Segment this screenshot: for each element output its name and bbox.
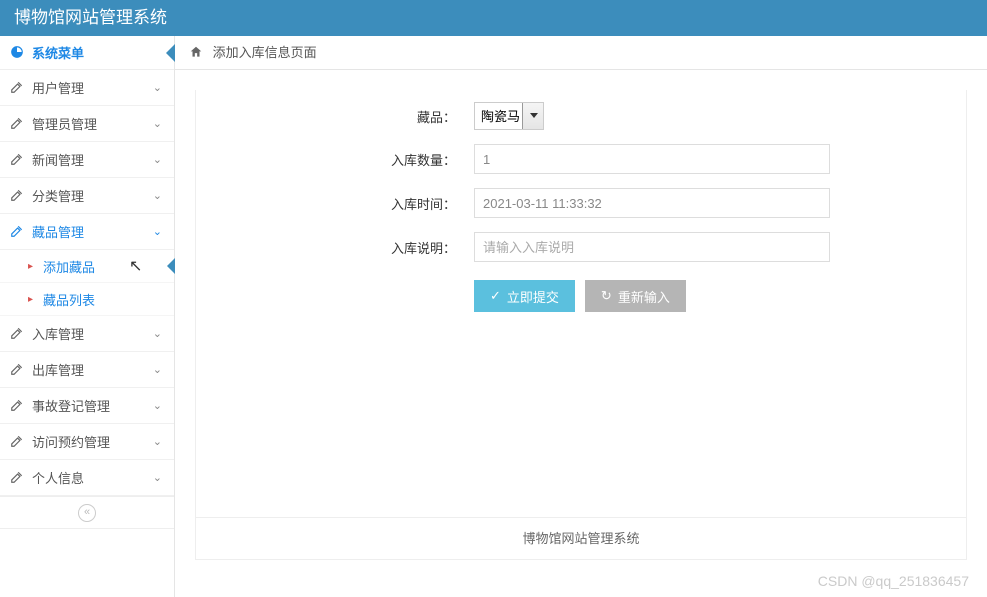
form-row-quantity: 入库数量： bbox=[196, 144, 966, 174]
sidebar: 系统菜单 用户管理 ⌄ 管理员管理 ⌄ 新闻管理 ⌄ 分类管理 ⌄ 藏品管理 ⌄ bbox=[0, 36, 175, 597]
app-title: 博物馆网站管理系统 bbox=[14, 8, 167, 27]
sidebar-menu-title: 系统菜单 bbox=[32, 43, 84, 62]
submenu-collection-list[interactable]: ▸ 藏品列表 bbox=[0, 283, 174, 316]
submenu-add-collection[interactable]: ▸ 添加藏品 bbox=[0, 250, 174, 283]
dashboard-icon bbox=[10, 45, 24, 60]
sidebar-item-profile[interactable]: 个人信息 ⌄ bbox=[0, 460, 174, 496]
button-row: ✓ 立即提交 ↻ 重新输入 bbox=[196, 280, 966, 312]
chevron-down-icon: ⌄ bbox=[153, 189, 162, 202]
chevron-down-icon: ⌄ bbox=[153, 435, 162, 448]
edit-icon bbox=[10, 224, 24, 239]
collection-select[interactable]: 陶瓷马 bbox=[474, 102, 544, 130]
form-row-desc: 入库说明： bbox=[196, 232, 966, 262]
edit-icon bbox=[10, 326, 24, 341]
edit-icon bbox=[10, 116, 24, 131]
form-area: 藏品： 陶瓷马 入库数量： 入库时间： 入库说明： bbox=[175, 70, 987, 597]
label-desc: 入库说明： bbox=[196, 238, 474, 257]
chevron-down-icon: ⌄ bbox=[153, 471, 162, 484]
sidebar-item-collection[interactable]: 藏品管理 ⌄ bbox=[0, 214, 174, 250]
time-input[interactable] bbox=[474, 188, 830, 218]
form-panel: 藏品： 陶瓷马 入库数量： 入库时间： 入库说明： bbox=[195, 90, 967, 560]
chevron-down-icon: ⌄ bbox=[153, 225, 162, 238]
sidebar-menu-header: 系统菜单 bbox=[0, 36, 174, 70]
label-time: 入库时间： bbox=[196, 194, 474, 213]
refresh-icon: ↻ bbox=[601, 288, 612, 304]
submenu-label: 添加藏品 bbox=[43, 257, 95, 276]
sidebar-item-label: 分类管理 bbox=[32, 186, 84, 205]
form-row-collection: 藏品： 陶瓷马 bbox=[196, 102, 966, 130]
sidebar-item-visit[interactable]: 访问预约管理 ⌄ bbox=[0, 424, 174, 460]
reset-label: 重新输入 bbox=[618, 287, 670, 306]
bullet-icon: ▸ bbox=[28, 294, 33, 305]
sidebar-item-label: 藏品管理 bbox=[32, 222, 84, 241]
chevron-down-icon: ⌄ bbox=[153, 153, 162, 166]
sidebar-item-news[interactable]: 新闻管理 ⌄ bbox=[0, 142, 174, 178]
sidebar-item-label: 个人信息 bbox=[32, 468, 84, 487]
sidebar-item-label: 入库管理 bbox=[32, 324, 84, 343]
home-icon bbox=[189, 45, 207, 60]
chevron-down-icon: ⌄ bbox=[153, 117, 162, 130]
main-content: 添加入库信息页面 藏品： 陶瓷马 入库数量： 入库时间： bbox=[175, 36, 987, 597]
submit-button[interactable]: ✓ 立即提交 bbox=[474, 280, 575, 312]
edit-icon bbox=[10, 80, 24, 95]
quantity-input[interactable] bbox=[474, 144, 830, 174]
app-header: 博物馆网站管理系统 bbox=[0, 0, 987, 36]
sidebar-item-label: 管理员管理 bbox=[32, 114, 97, 133]
sidebar-item-label: 事故登记管理 bbox=[32, 396, 110, 415]
chevron-down-icon: ⌄ bbox=[153, 363, 162, 376]
footer: 博物馆网站管理系统 bbox=[196, 517, 966, 547]
sidebar-collapse-button[interactable]: « bbox=[0, 496, 174, 529]
reset-button[interactable]: ↻ 重新输入 bbox=[585, 280, 686, 312]
check-icon: ✓ bbox=[490, 288, 501, 304]
sidebar-item-users[interactable]: 用户管理 ⌄ bbox=[0, 70, 174, 106]
label-quantity: 入库数量： bbox=[196, 150, 474, 169]
sidebar-item-inbound[interactable]: 入库管理 ⌄ bbox=[0, 316, 174, 352]
edit-icon bbox=[10, 152, 24, 167]
submenu-label: 藏品列表 bbox=[43, 290, 95, 309]
sidebar-item-label: 出库管理 bbox=[32, 360, 84, 379]
chevron-down-icon: ⌄ bbox=[153, 81, 162, 94]
watermark: CSDN @qq_251836457 bbox=[818, 573, 969, 589]
footer-text: 博物馆网站管理系统 bbox=[522, 531, 639, 546]
edit-icon bbox=[10, 188, 24, 203]
breadcrumb-title: 添加入库信息页面 bbox=[213, 45, 317, 60]
sidebar-item-label: 新闻管理 bbox=[32, 150, 84, 169]
sidebar-item-accident[interactable]: 事故登记管理 ⌄ bbox=[0, 388, 174, 424]
label-collection: 藏品： bbox=[196, 107, 474, 126]
edit-icon bbox=[10, 470, 24, 485]
edit-icon bbox=[10, 398, 24, 413]
chevron-down-icon: ⌄ bbox=[153, 399, 162, 412]
submit-label: 立即提交 bbox=[507, 287, 559, 306]
chevron-down-icon: ⌄ bbox=[153, 327, 162, 340]
main-container: 系统菜单 用户管理 ⌄ 管理员管理 ⌄ 新闻管理 ⌄ 分类管理 ⌄ 藏品管理 ⌄ bbox=[0, 36, 987, 597]
sidebar-item-category[interactable]: 分类管理 ⌄ bbox=[0, 178, 174, 214]
bullet-icon: ▸ bbox=[28, 261, 33, 272]
select-wrap: 陶瓷马 bbox=[474, 102, 544, 130]
sidebar-item-label: 用户管理 bbox=[32, 78, 84, 97]
edit-icon bbox=[10, 362, 24, 377]
sidebar-item-admins[interactable]: 管理员管理 ⌄ bbox=[0, 106, 174, 142]
edit-icon bbox=[10, 434, 24, 449]
breadcrumb: 添加入库信息页面 bbox=[175, 36, 987, 70]
desc-input[interactable] bbox=[474, 232, 830, 262]
sidebar-item-label: 访问预约管理 bbox=[32, 432, 110, 451]
collapse-icon: « bbox=[78, 504, 96, 522]
sidebar-item-outbound[interactable]: 出库管理 ⌄ bbox=[0, 352, 174, 388]
form-row-time: 入库时间： bbox=[196, 188, 966, 218]
